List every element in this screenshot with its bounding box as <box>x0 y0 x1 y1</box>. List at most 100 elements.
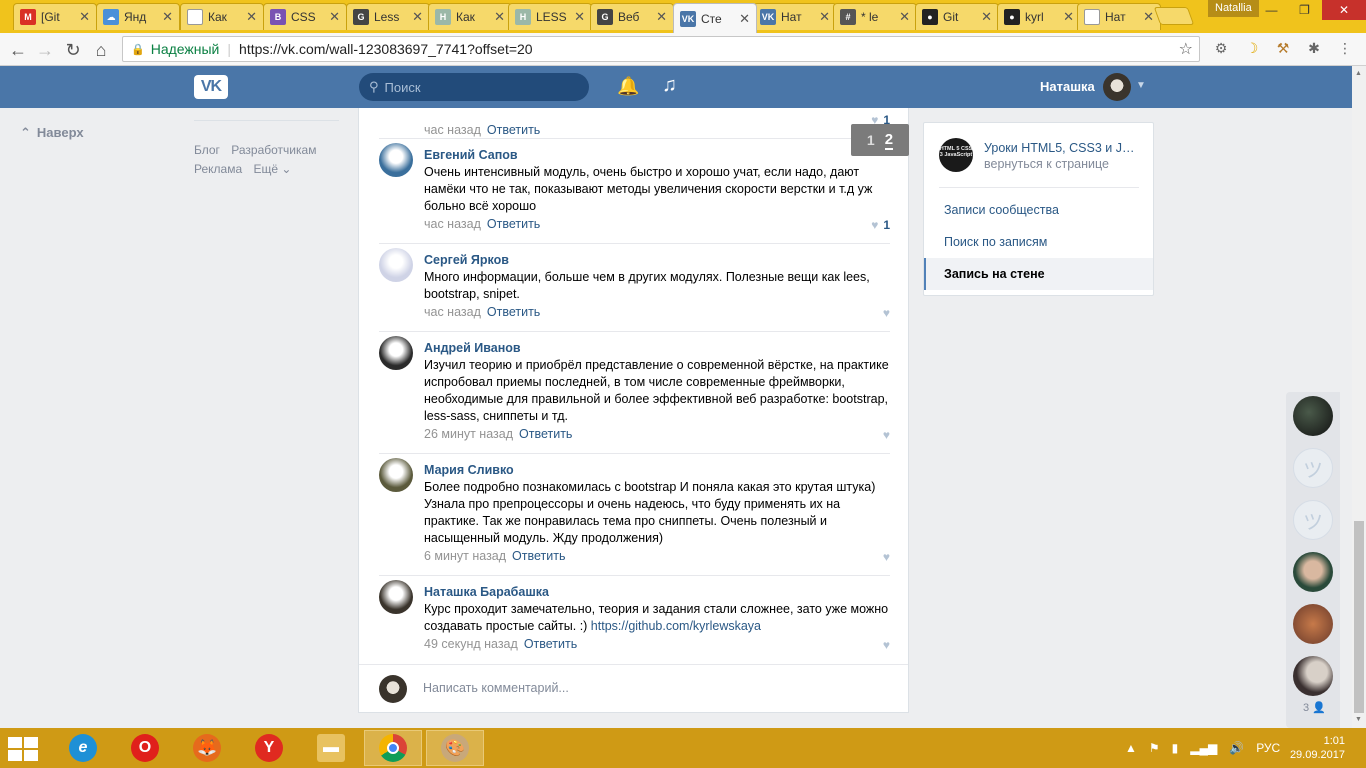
scroll-up-arrow-icon[interactable]: ▲ <box>1355 70 1362 77</box>
chat-avatar[interactable] <box>1293 604 1333 644</box>
comment-avatar[interactable] <box>379 580 413 614</box>
chat-avatar[interactable] <box>1293 552 1333 592</box>
taskbar-paint[interactable]: 🎨 <box>426 730 484 766</box>
reply-button[interactable]: Ответить <box>487 305 540 319</box>
new-tab-button[interactable] <box>1153 7 1195 25</box>
group-title[interactable]: Уроки HTML5, CSS3 и Ja... <box>984 141 1139 155</box>
comment-time[interactable]: 6 минут назад <box>424 549 506 563</box>
extension-moon-icon[interactable]: ☽ <box>1242 38 1262 58</box>
browser-tab[interactable]: ☁ Янд ✕ <box>96 3 180 30</box>
bookmark-star-icon[interactable]: ☆ <box>1179 39 1193 59</box>
browser-tab[interactable]: H Как ✕ <box>428 3 512 30</box>
comment-link[interactable]: https://github.com/kyrlewskaya <box>591 619 761 633</box>
windows-start-icon[interactable] <box>8 737 38 761</box>
reply-button[interactable]: Ответить <box>519 427 572 441</box>
browser-tab[interactable]: VK Нат ✕ <box>753 3 837 30</box>
like-button[interactable]: ♥ 1 <box>871 218 890 232</box>
browser-tab[interactable]: G Веб ✕ <box>590 3 674 30</box>
browser-tab[interactable]: # * le ✕ <box>833 3 917 30</box>
browser-tab[interactable]: M [Git ✕ <box>13 3 97 30</box>
reply-button[interactable]: Ответить <box>512 549 565 563</box>
menu-item-wall-post[interactable]: Запись на стене <box>924 258 1153 290</box>
comment-author[interactable]: Андрей Иванов <box>424 340 890 357</box>
menu-item-search-posts[interactable]: Поиск по записям <box>924 226 1153 258</box>
footer-link-blog[interactable]: Блог <box>194 143 220 157</box>
write-comment-box[interactable]: Написать комментарий... <box>359 664 908 712</box>
home-icon[interactable]: ⌂ <box>89 38 113 62</box>
group-card[interactable]: HTML 5 CSS 3 JavaScript Уроки HTML5, CSS… <box>939 138 1139 188</box>
language-indicator[interactable]: РУС <box>1256 741 1280 755</box>
chat-avatar-placeholder-icon[interactable]: ツ <box>1293 500 1333 540</box>
maximize-icon[interactable]: ❐ <box>1288 0 1321 20</box>
chat-avatar[interactable] <box>1293 396 1333 436</box>
close-window-icon[interactable]: ✕ <box>1322 0 1366 20</box>
comment-time[interactable]: 49 секунд назад <box>424 637 518 651</box>
forward-icon[interactable]: → <box>33 38 57 62</box>
write-comment-placeholder[interactable]: Написать комментарий... <box>423 681 569 695</box>
chrome-menu-icon[interactable]: ⋮ <box>1335 38 1355 58</box>
tray-expand-icon[interactable]: ▲ <box>1125 741 1137 755</box>
profile-button[interactable]: Natallia <box>1208 0 1259 17</box>
tab-close-icon[interactable]: ✕ <box>162 9 173 25</box>
url-input[interactable]: 🔒 Надежный | https://vk.com/wall-1230836… <box>122 36 1200 62</box>
minimize-icon[interactable]: — <box>1255 0 1288 20</box>
taskbar-chrome[interactable] <box>364 730 422 766</box>
user-avatar[interactable] <box>1103 73 1131 101</box>
footer-link-ads[interactable]: Реклама <box>194 162 242 176</box>
browser-tab[interactable]: ● kyrl ✕ <box>997 3 1081 30</box>
group-back-link[interactable]: вернуться к странице <box>984 157 1109 171</box>
tab-close-icon[interactable]: ✕ <box>1063 9 1074 25</box>
like-button[interactable]: ♥ <box>883 306 890 320</box>
comment-time[interactable]: час назад <box>424 305 481 319</box>
pager-page-1[interactable]: 1 <box>867 132 875 148</box>
extension-puzzle-icon[interactable]: ✱ <box>1304 38 1324 58</box>
chat-avatar[interactable] <box>1293 656 1333 696</box>
battery-icon[interactable]: ▮ <box>1172 741 1179 755</box>
extension-tool-icon[interactable]: ⚒ <box>1273 38 1293 58</box>
back-icon[interactable]: ← <box>6 38 30 62</box>
comment-author[interactable]: Мария Сливко <box>424 462 890 479</box>
like-button[interactable]: ♥ <box>883 638 890 652</box>
browser-tab[interactable]: VK Сте ✕ <box>673 3 757 33</box>
comment-time[interactable]: час назад <box>424 217 481 231</box>
scroll-up-button[interactable]: ⌃ Наверх <box>20 125 84 141</box>
footer-link-more[interactable]: Ещё ⌄ <box>253 162 291 176</box>
tab-close-icon[interactable]: ✕ <box>1143 9 1154 25</box>
like-button[interactable]: ♥ <box>883 428 890 442</box>
browser-tab[interactable]: B CSS ✕ <box>263 3 347 30</box>
reply-button[interactable]: Ответить <box>524 637 577 651</box>
browser-tab[interactable]: ● Git ✕ <box>915 3 999 30</box>
tab-close-icon[interactable]: ✕ <box>494 9 505 25</box>
reload-icon[interactable]: ↻ <box>61 38 85 62</box>
tab-close-icon[interactable]: ✕ <box>79 9 90 25</box>
tab-close-icon[interactable]: ✕ <box>899 9 910 25</box>
chevron-down-icon[interactable]: ▼ <box>1136 80 1146 91</box>
chat-avatar-placeholder-icon[interactable]: ツ <box>1293 448 1333 488</box>
extension-gear-icon[interactable]: ⚙ <box>1211 38 1231 58</box>
scroll-down-arrow-icon[interactable]: ▼ <box>1355 716 1362 723</box>
network-signal-icon[interactable]: ▂▄▆ <box>1190 741 1217 755</box>
footer-link-developers[interactable]: Разработчикам <box>231 143 316 157</box>
tab-close-icon[interactable]: ✕ <box>819 9 830 25</box>
tab-close-icon[interactable]: ✕ <box>656 9 667 25</box>
comment-time[interactable]: час назад <box>424 123 481 137</box>
browser-tab[interactable]: H LESS ✕ <box>508 3 592 30</box>
tab-close-icon[interactable]: ✕ <box>412 9 423 25</box>
taskbar-clock[interactable]: 1:01 29.09.2017 <box>1285 734 1345 762</box>
taskbar-firefox[interactable]: 🦊 <box>178 730 236 766</box>
volume-icon[interactable]: 🔊 <box>1229 741 1244 755</box>
comment-avatar[interactable] <box>379 336 413 370</box>
like-button[interactable]: ♥ <box>883 550 890 564</box>
comment-avatar[interactable] <box>379 143 413 177</box>
action-center-flag-icon[interactable]: ⚑ <box>1149 741 1160 755</box>
comment-avatar[interactable] <box>379 458 413 492</box>
taskbar-yandex[interactable]: Y <box>240 730 298 766</box>
user-name[interactable]: Наташка <box>1040 79 1095 94</box>
tab-close-icon[interactable]: ✕ <box>574 9 585 25</box>
reply-button[interactable]: Ответить <box>487 123 540 137</box>
taskbar-explorer[interactable]: ▬ <box>302 730 360 766</box>
comment-author[interactable]: Наташка Барабашка <box>424 584 890 601</box>
page-scrollbar[interactable]: ▲ ▼ <box>1352 66 1366 728</box>
tab-close-icon[interactable]: ✕ <box>246 9 257 25</box>
scrollbar-thumb[interactable] <box>1354 521 1364 713</box>
